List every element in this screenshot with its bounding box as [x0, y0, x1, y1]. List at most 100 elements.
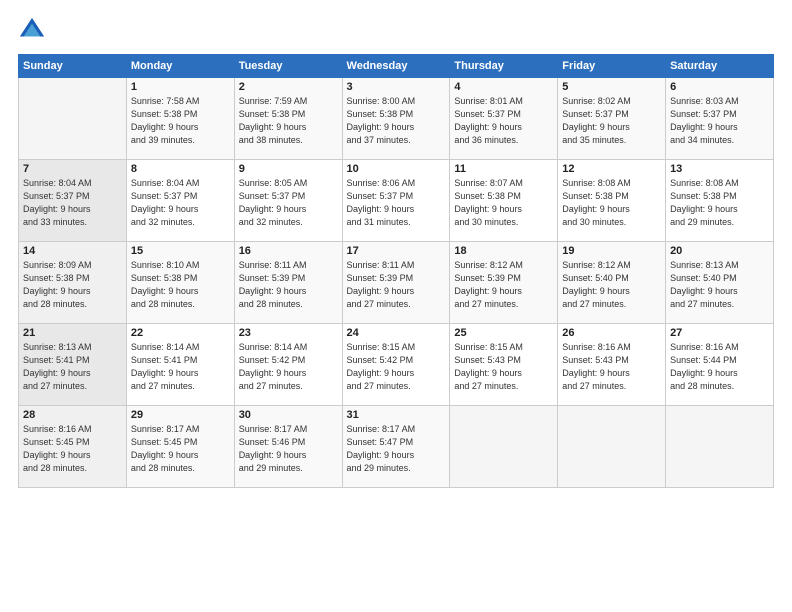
calendar-week-row: 28Sunrise: 8:16 AM Sunset: 5:45 PM Dayli… — [19, 406, 774, 488]
day-number: 6 — [670, 81, 769, 93]
calendar-cell: 11 Sunrise: 8:07 AM Sunset: 5:38 PM Dayli… — [450, 160, 558, 242]
calendar-cell: 5 Sunrise: 8:02 AM Sunset: 5:37 PM Daylig… — [558, 78, 666, 160]
day-info: Sunrise: 8:12 AM Sunset: 5:39 PM Dayligh… — [454, 259, 553, 311]
day-info: Sunrise: 8:11 AM Sunset: 5:39 PM Dayligh… — [347, 259, 446, 311]
calendar-cell: 4Sunrise: 8:01 AM Sunset: 5:37 PM Daylig… — [450, 78, 558, 160]
calendar-cell: 28Sunrise: 8:16 AM Sunset: 5:45 PM Dayli… — [19, 406, 127, 488]
calendar-cell: 31 Sunrise: 8:17 AM Sunset: 5:47 PM Dayli… — [342, 406, 450, 488]
day-number: 27 — [670, 327, 769, 339]
day-info: Sunrise: 8:08 AM Sunset: 5:38 PM Dayligh… — [670, 177, 769, 229]
day-info: Sunrise: 8:15 AM Sunset: 5:43 PM Dayligh… — [454, 341, 553, 393]
day-info: Sunrise: 8:05 AM Sunset: 5:37 PM Dayligh… — [239, 177, 338, 229]
day-number: 25 — [454, 327, 553, 339]
day-number: 29 — [131, 409, 230, 421]
calendar-cell: 23 Sunrise: 8:14 AM Sunset: 5:42 PM Dayli… — [234, 324, 342, 406]
day-info: Sunrise: 8:16 AM Sunset: 5:45 PM Dayligh… — [23, 423, 122, 475]
calendar-container: SundayMondayTuesdayWednesdayThursdayFrid… — [0, 0, 792, 612]
calendar-week-row: 21 Sunrise: 8:13 AM Sunset: 5:41 PM Dayli… — [19, 324, 774, 406]
day-info: Sunrise: 8:00 AM Sunset: 5:38 PM Dayligh… — [347, 95, 446, 147]
calendar-cell: 17 Sunrise: 8:11 AM Sunset: 5:39 PM Dayli… — [342, 242, 450, 324]
day-info: Sunrise: 8:04 AM Sunset: 5:37 PM Dayligh… — [23, 177, 122, 229]
day-number: 17 — [347, 245, 446, 257]
calendar-cell: 9 Sunrise: 8:05 AM Sunset: 5:37 PM Daylig… — [234, 160, 342, 242]
day-info: Sunrise: 8:17 AM Sunset: 5:47 PM Dayligh… — [347, 423, 446, 475]
day-info: Sunrise: 8:14 AM Sunset: 5:41 PM Dayligh… — [131, 341, 230, 393]
calendar-cell: 16Sunrise: 8:11 AM Sunset: 5:39 PM Dayli… — [234, 242, 342, 324]
weekday-header-saturday: Saturday — [666, 55, 774, 78]
header — [18, 16, 774, 44]
calendar-cell: 15Sunrise: 8:10 AM Sunset: 5:38 PM Dayli… — [126, 242, 234, 324]
weekday-header-wednesday: Wednesday — [342, 55, 450, 78]
day-number: 8 — [131, 163, 230, 175]
calendar-table: SundayMondayTuesdayWednesdayThursdayFrid… — [18, 54, 774, 488]
day-number: 11 — [454, 163, 553, 175]
day-info: Sunrise: 8:16 AM Sunset: 5:43 PM Dayligh… — [562, 341, 661, 393]
calendar-cell: 3 Sunrise: 8:00 AM Sunset: 5:38 PM Daylig… — [342, 78, 450, 160]
weekday-header-row: SundayMondayTuesdayWednesdayThursdayFrid… — [19, 55, 774, 78]
calendar-cell: 8 Sunrise: 8:04 AM Sunset: 5:37 PM Daylig… — [126, 160, 234, 242]
weekday-header-sunday: Sunday — [19, 55, 127, 78]
day-number: 12 — [562, 163, 661, 175]
day-number: 26 — [562, 327, 661, 339]
calendar-cell: 30 Sunrise: 8:17 AM Sunset: 5:46 PM Dayli… — [234, 406, 342, 488]
day-number: 21 — [23, 327, 122, 339]
day-number: 10 — [347, 163, 446, 175]
day-info: Sunrise: 8:13 AM Sunset: 5:40 PM Dayligh… — [670, 259, 769, 311]
weekday-header-tuesday: Tuesday — [234, 55, 342, 78]
calendar-cell — [558, 406, 666, 488]
day-info: Sunrise: 8:15 AM Sunset: 5:42 PM Dayligh… — [347, 341, 446, 393]
day-info: Sunrise: 8:16 AM Sunset: 5:44 PM Dayligh… — [670, 341, 769, 393]
calendar-cell: 7 Sunrise: 8:04 AM Sunset: 5:37 PM Daylig… — [19, 160, 127, 242]
day-number: 23 — [239, 327, 338, 339]
calendar-cell: 13 Sunrise: 8:08 AM Sunset: 5:38 PM Dayli… — [666, 160, 774, 242]
day-number: 19 — [562, 245, 661, 257]
day-number: 7 — [23, 163, 122, 175]
day-number: 13 — [670, 163, 769, 175]
weekday-header-monday: Monday — [126, 55, 234, 78]
calendar-cell: 10 Sunrise: 8:06 AM Sunset: 5:37 PM Dayli… — [342, 160, 450, 242]
calendar-cell: 24 Sunrise: 8:15 AM Sunset: 5:42 PM Dayli… — [342, 324, 450, 406]
day-info: Sunrise: 8:10 AM Sunset: 5:38 PM Dayligh… — [131, 259, 230, 311]
calendar-cell: 18 Sunrise: 8:12 AM Sunset: 5:39 PM Dayli… — [450, 242, 558, 324]
day-number: 30 — [239, 409, 338, 421]
calendar-cell — [666, 406, 774, 488]
calendar-cell: 26 Sunrise: 8:16 AM Sunset: 5:43 PM Dayli… — [558, 324, 666, 406]
weekday-header-friday: Friday — [558, 55, 666, 78]
weekday-header-thursday: Thursday — [450, 55, 558, 78]
day-info: Sunrise: 8:09 AM Sunset: 5:38 PM Dayligh… — [23, 259, 122, 311]
calendar-cell: 2Sunrise: 7:59 AM Sunset: 5:38 PM Daylig… — [234, 78, 342, 160]
day-number: 14 — [23, 245, 122, 257]
day-number: 1 — [131, 81, 230, 93]
calendar-cell — [450, 406, 558, 488]
day-number: 31 — [347, 409, 446, 421]
day-number: 22 — [131, 327, 230, 339]
day-number: 9 — [239, 163, 338, 175]
day-info: Sunrise: 8:03 AM Sunset: 5:37 PM Dayligh… — [670, 95, 769, 147]
calendar-cell: 22 Sunrise: 8:14 AM Sunset: 5:41 PM Dayli… — [126, 324, 234, 406]
day-info: Sunrise: 8:12 AM Sunset: 5:40 PM Dayligh… — [562, 259, 661, 311]
calendar-cell: 20Sunrise: 8:13 AM Sunset: 5:40 PM Dayli… — [666, 242, 774, 324]
calendar-cell: 6 Sunrise: 8:03 AM Sunset: 5:37 PM Daylig… — [666, 78, 774, 160]
day-info: Sunrise: 8:11 AM Sunset: 5:39 PM Dayligh… — [239, 259, 338, 311]
calendar-cell: 14 Sunrise: 8:09 AM Sunset: 5:38 PM Dayli… — [19, 242, 127, 324]
day-number: 24 — [347, 327, 446, 339]
day-info: Sunrise: 8:14 AM Sunset: 5:42 PM Dayligh… — [239, 341, 338, 393]
day-number: 18 — [454, 245, 553, 257]
day-info: Sunrise: 8:02 AM Sunset: 5:37 PM Dayligh… — [562, 95, 661, 147]
day-info: Sunrise: 8:07 AM Sunset: 5:38 PM Dayligh… — [454, 177, 553, 229]
day-info: Sunrise: 8:04 AM Sunset: 5:37 PM Dayligh… — [131, 177, 230, 229]
calendar-week-row: 7 Sunrise: 8:04 AM Sunset: 5:37 PM Daylig… — [19, 160, 774, 242]
day-number: 3 — [347, 81, 446, 93]
day-info: Sunrise: 8:06 AM Sunset: 5:37 PM Dayligh… — [347, 177, 446, 229]
day-info: Sunrise: 7:59 AM Sunset: 5:38 PM Dayligh… — [239, 95, 338, 147]
calendar-cell: 1Sunrise: 7:58 AM Sunset: 5:38 PM Daylig… — [126, 78, 234, 160]
calendar-cell: 25 Sunrise: 8:15 AM Sunset: 5:43 PM Dayli… — [450, 324, 558, 406]
calendar-cell: 27 Sunrise: 8:16 AM Sunset: 5:44 PM Dayli… — [666, 324, 774, 406]
day-info: Sunrise: 8:13 AM Sunset: 5:41 PM Dayligh… — [23, 341, 122, 393]
logo — [18, 16, 50, 44]
day-number: 5 — [562, 81, 661, 93]
calendar-cell: 29Sunrise: 8:17 AM Sunset: 5:45 PM Dayli… — [126, 406, 234, 488]
day-info: Sunrise: 8:17 AM Sunset: 5:46 PM Dayligh… — [239, 423, 338, 475]
day-info: Sunrise: 8:01 AM Sunset: 5:37 PM Dayligh… — [454, 95, 553, 147]
calendar-cell — [19, 78, 127, 160]
